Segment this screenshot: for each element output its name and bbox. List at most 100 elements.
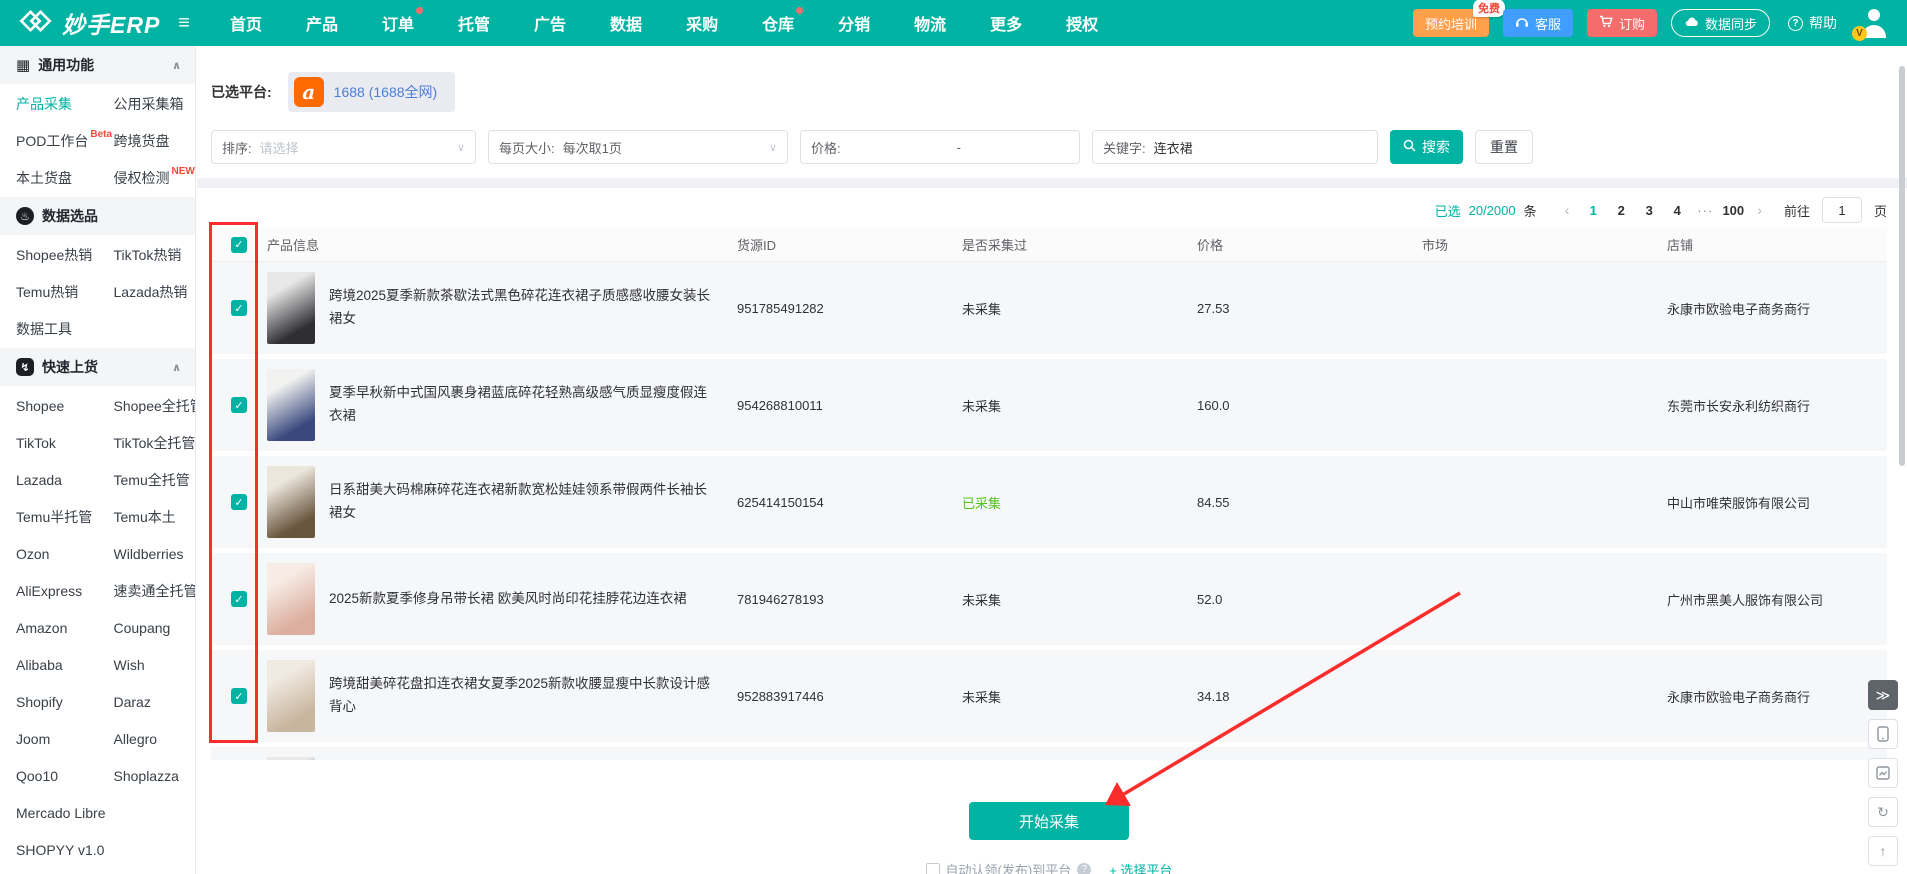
page-number-1[interactable]: 1 [1581,203,1605,218]
platform-chip-1688[interactable]: a 1688 (1688全网) [288,72,456,112]
sidebar-item-tiktok全托管[interactable]: TikTok全托管 [98,424,196,461]
nav-item-6[interactable]: 数据 [610,11,642,35]
prev-page-button[interactable]: ‹ [1561,202,1574,218]
nav-item-8[interactable]: 仓库 [762,11,794,35]
collapse-panel-button[interactable]: ≫ [1868,680,1898,710]
sidebar-item-temu热销[interactable]: Temu热销 [0,273,98,310]
subscribe-button[interactable]: 订购 [1587,9,1657,37]
sidebar-item-跨境货盘[interactable]: 跨境货盘 [98,122,196,159]
info-icon[interactable]: ? [1077,863,1091,874]
sidebar-item-joom[interactable]: Joom [0,720,98,757]
sidebar-item-ozon[interactable]: Ozon [0,535,98,572]
row-checkbox[interactable]: ✓ [231,300,247,316]
sidebar-item-速卖通全托管[interactable]: 速卖通全托管 [98,572,196,609]
refresh-button[interactable]: ↻ [1868,797,1898,827]
sidebar-item-产品采集[interactable]: 产品采集 [0,85,98,122]
sidebar-item-shoplazza[interactable]: Shoplazza [98,757,196,794]
sidebar-item-数据工具[interactable]: 数据工具 [0,310,98,347]
page-number-···[interactable]: ··· [1693,203,1717,218]
page-number-2[interactable]: 2 [1609,203,1633,218]
sidebar-item-公用采集箱[interactable]: 公用采集箱 [98,85,196,122]
sidebar-section-header[interactable]: ↯快速上货∧ [0,348,195,386]
nav-item-7[interactable]: 采购 [686,11,718,35]
start-collect-button[interactable]: 开始采集 [969,802,1129,840]
sidebar-item-lazada热销[interactable]: Lazada热销 [98,273,196,310]
sidebar-item-daraz[interactable]: Daraz [98,683,196,720]
sidebar-section-header[interactable]: ♨数据选品 [0,197,195,235]
nav-item-2[interactable]: 产品 [306,11,338,35]
nav-item-4[interactable]: 托管 [458,11,490,35]
keyword-input[interactable]: 关键字: 连衣裙 [1092,130,1378,164]
training-button[interactable]: 预约培训 免费 [1413,9,1489,37]
page-number-3[interactable]: 3 [1637,203,1661,218]
product-image[interactable] [267,757,315,760]
product-title[interactable]: 跨境甜美碎花盘扣连衣裙女夏季2025新款收腰显瘦中长款设计感背心 [329,673,717,719]
product-image[interactable] [267,272,315,344]
sidebar-item-wish[interactable]: Wish [98,646,196,683]
customer-service-button[interactable]: 客服 [1503,9,1573,37]
row-checkbox[interactable]: ✓ [231,688,247,704]
page-size-select[interactable]: 每页大小: 每次取1页 ∨ [488,130,788,164]
auto-claim-checkbox[interactable] [926,863,940,874]
sidebar-item-shopee热销[interactable]: Shopee热销 [0,236,98,273]
sidebar-item-shopify[interactable]: Shopify [0,683,98,720]
sidebar-item-qoo10[interactable]: Qoo10 [0,757,98,794]
sidebar-item-alibaba[interactable]: Alibaba [0,646,98,683]
sidebar-item-shopee[interactable]: Shopee [0,387,98,424]
sidebar-item-mercado-libre[interactable]: Mercado Libre [0,794,195,831]
sidebar-item-lazada[interactable]: Lazada [0,461,98,498]
sort-select[interactable]: 排序: 请选择 ∨ [211,130,476,164]
sidebar-item-temu半托管[interactable]: Temu半托管 [0,498,98,535]
nav-item-10[interactable]: 物流 [914,11,946,35]
search-button[interactable]: 搜索 [1390,130,1463,164]
mobile-preview-button[interactable] [1868,719,1898,749]
nav-item-12[interactable]: 授权 [1066,11,1098,35]
nav-item-5[interactable]: 广告 [534,11,566,35]
nav-item-3[interactable]: 订单 [382,11,414,35]
sidebar-item-shopyy-v1-0[interactable]: SHOPYY v1.0 [0,831,195,868]
nav-item-1[interactable]: 首页 [230,11,262,35]
sidebar-item-temu全托管[interactable]: Temu全托管 [98,461,196,498]
page-number-4[interactable]: 4 [1665,203,1689,218]
sidebar-item-amazon[interactable]: Amazon [0,609,98,646]
app-logo[interactable]: 妙手ERP [18,6,160,41]
hamburger-menu-icon[interactable]: ≡ [178,12,190,35]
row-checkbox[interactable]: ✓ [231,397,247,413]
sidebar-item-tiktok热销[interactable]: TikTok热销 [98,236,196,273]
sidebar-item-allegro[interactable]: Allegro [98,720,196,757]
select-all-checkbox[interactable]: ✓ [231,237,247,253]
nav-item-9[interactable]: 分销 [838,11,870,35]
sidebar-item-侵权检测[interactable]: 侵权检测NEW [98,159,196,196]
sidebar-item-wildberries[interactable]: Wildberries [98,535,196,572]
nav-item-11[interactable]: 更多 [990,11,1022,35]
product-title[interactable]: 日系甜美大码棉麻碎花连衣裙新款宽松娃娃领系带假两件长袖长裙女 [329,479,717,525]
goto-page-input[interactable] [1822,197,1862,223]
product-image[interactable] [267,660,315,732]
row-checkbox[interactable]: ✓ [231,494,247,510]
help-button[interactable]: ? 帮助 [1784,9,1841,37]
reset-button[interactable]: 重置 [1475,130,1533,164]
product-title[interactable]: 跨境2025夏季新款茶歇法式黑色碎花连衣裙子质感感收腰女装长裙女 [329,285,717,331]
sidebar-item-tiktok[interactable]: TikTok [0,424,98,461]
vertical-scrollbar[interactable] [1899,66,1905,466]
back-to-top-button[interactable]: ↑ [1868,836,1898,866]
data-sync-button[interactable]: 数据同步 [1671,9,1770,37]
sidebar-section-header[interactable]: ▦通用功能∧ [0,46,195,84]
next-page-button[interactable]: › [1753,202,1766,218]
sidebar-item-pod工作台[interactable]: POD工作台Beta [0,122,98,159]
sidebar-item-coupang[interactable]: Coupang [98,609,196,646]
sidebar-item-shopee全托管[interactable]: Shopee全托管 [98,387,196,424]
sidebar-item-aliexpress[interactable]: AliExpress [0,572,98,609]
row-checkbox[interactable]: ✓ [231,591,247,607]
product-title[interactable]: 夏季早秋新中式国风裹身裙蓝底碎花轻熟高级感气质显瘦度假连衣裙 [329,382,717,428]
price-range-input[interactable]: 价格: - [800,130,1080,164]
notes-button[interactable] [1868,758,1898,788]
page-number-100[interactable]: 100 [1721,203,1745,218]
product-title[interactable]: 2025新款夏季修身吊带长裙 欧美风时尚印花挂脖花边连衣裙 [329,588,687,611]
choose-platform-link[interactable]: + 选择平台 [1109,860,1172,874]
product-image[interactable] [267,466,315,538]
product-image[interactable] [267,563,315,635]
sidebar-item-temu本土[interactable]: Temu本土 [98,498,196,535]
sidebar-item-本土货盘[interactable]: 本土货盘 [0,159,98,196]
product-image[interactable] [267,369,315,441]
